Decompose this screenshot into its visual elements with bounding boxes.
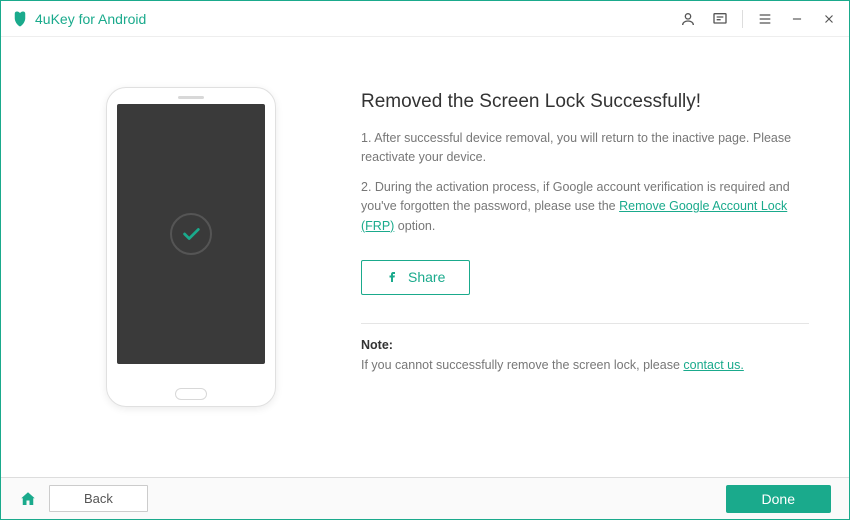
instruction-step-2-suffix: option. — [394, 219, 435, 233]
facebook-icon — [386, 268, 398, 287]
bottom-left: Back — [19, 485, 148, 512]
app-logo-icon — [11, 10, 29, 28]
phone-illustration — [61, 87, 321, 477]
phone-screen — [117, 104, 265, 364]
titlebar-separator — [742, 10, 743, 28]
app-title: 4uKey for Android — [35, 11, 146, 27]
instruction-step-2: 2. During the activation process, if Goo… — [361, 178, 809, 236]
titlebar-left: 4uKey for Android — [11, 10, 146, 28]
contact-link[interactable]: contact us. — [683, 358, 743, 372]
back-button[interactable]: Back — [49, 485, 148, 512]
note-title: Note: — [361, 338, 809, 352]
close-icon[interactable] — [819, 9, 839, 29]
phone-home-button — [175, 388, 207, 400]
menu-icon[interactable] — [755, 9, 775, 29]
titlebar: 4uKey for Android — [1, 1, 849, 37]
done-button[interactable]: Done — [726, 485, 831, 513]
share-button-label: Share — [408, 269, 445, 285]
main-content: Removed the Screen Lock Successfully! 1.… — [1, 37, 849, 477]
minimize-icon[interactable] — [787, 9, 807, 29]
instruction-step-1: 1. After successful device removal, you … — [361, 129, 809, 168]
checkmark-icon — [170, 213, 212, 255]
phone-speaker — [178, 96, 204, 99]
share-button[interactable]: Share — [361, 260, 470, 295]
phone-device — [106, 87, 276, 407]
titlebar-right — [678, 9, 839, 29]
home-icon[interactable] — [19, 490, 37, 508]
divider — [361, 323, 809, 324]
account-icon[interactable] — [678, 9, 698, 29]
note-text: If you cannot successfully remove the sc… — [361, 356, 809, 375]
result-panel: Removed the Screen Lock Successfully! 1.… — [321, 87, 809, 477]
bottom-bar: Back Done — [1, 477, 849, 519]
result-heading: Removed the Screen Lock Successfully! — [361, 91, 809, 113]
feedback-icon[interactable] — [710, 9, 730, 29]
note-text-prefix: If you cannot successfully remove the sc… — [361, 358, 683, 372]
